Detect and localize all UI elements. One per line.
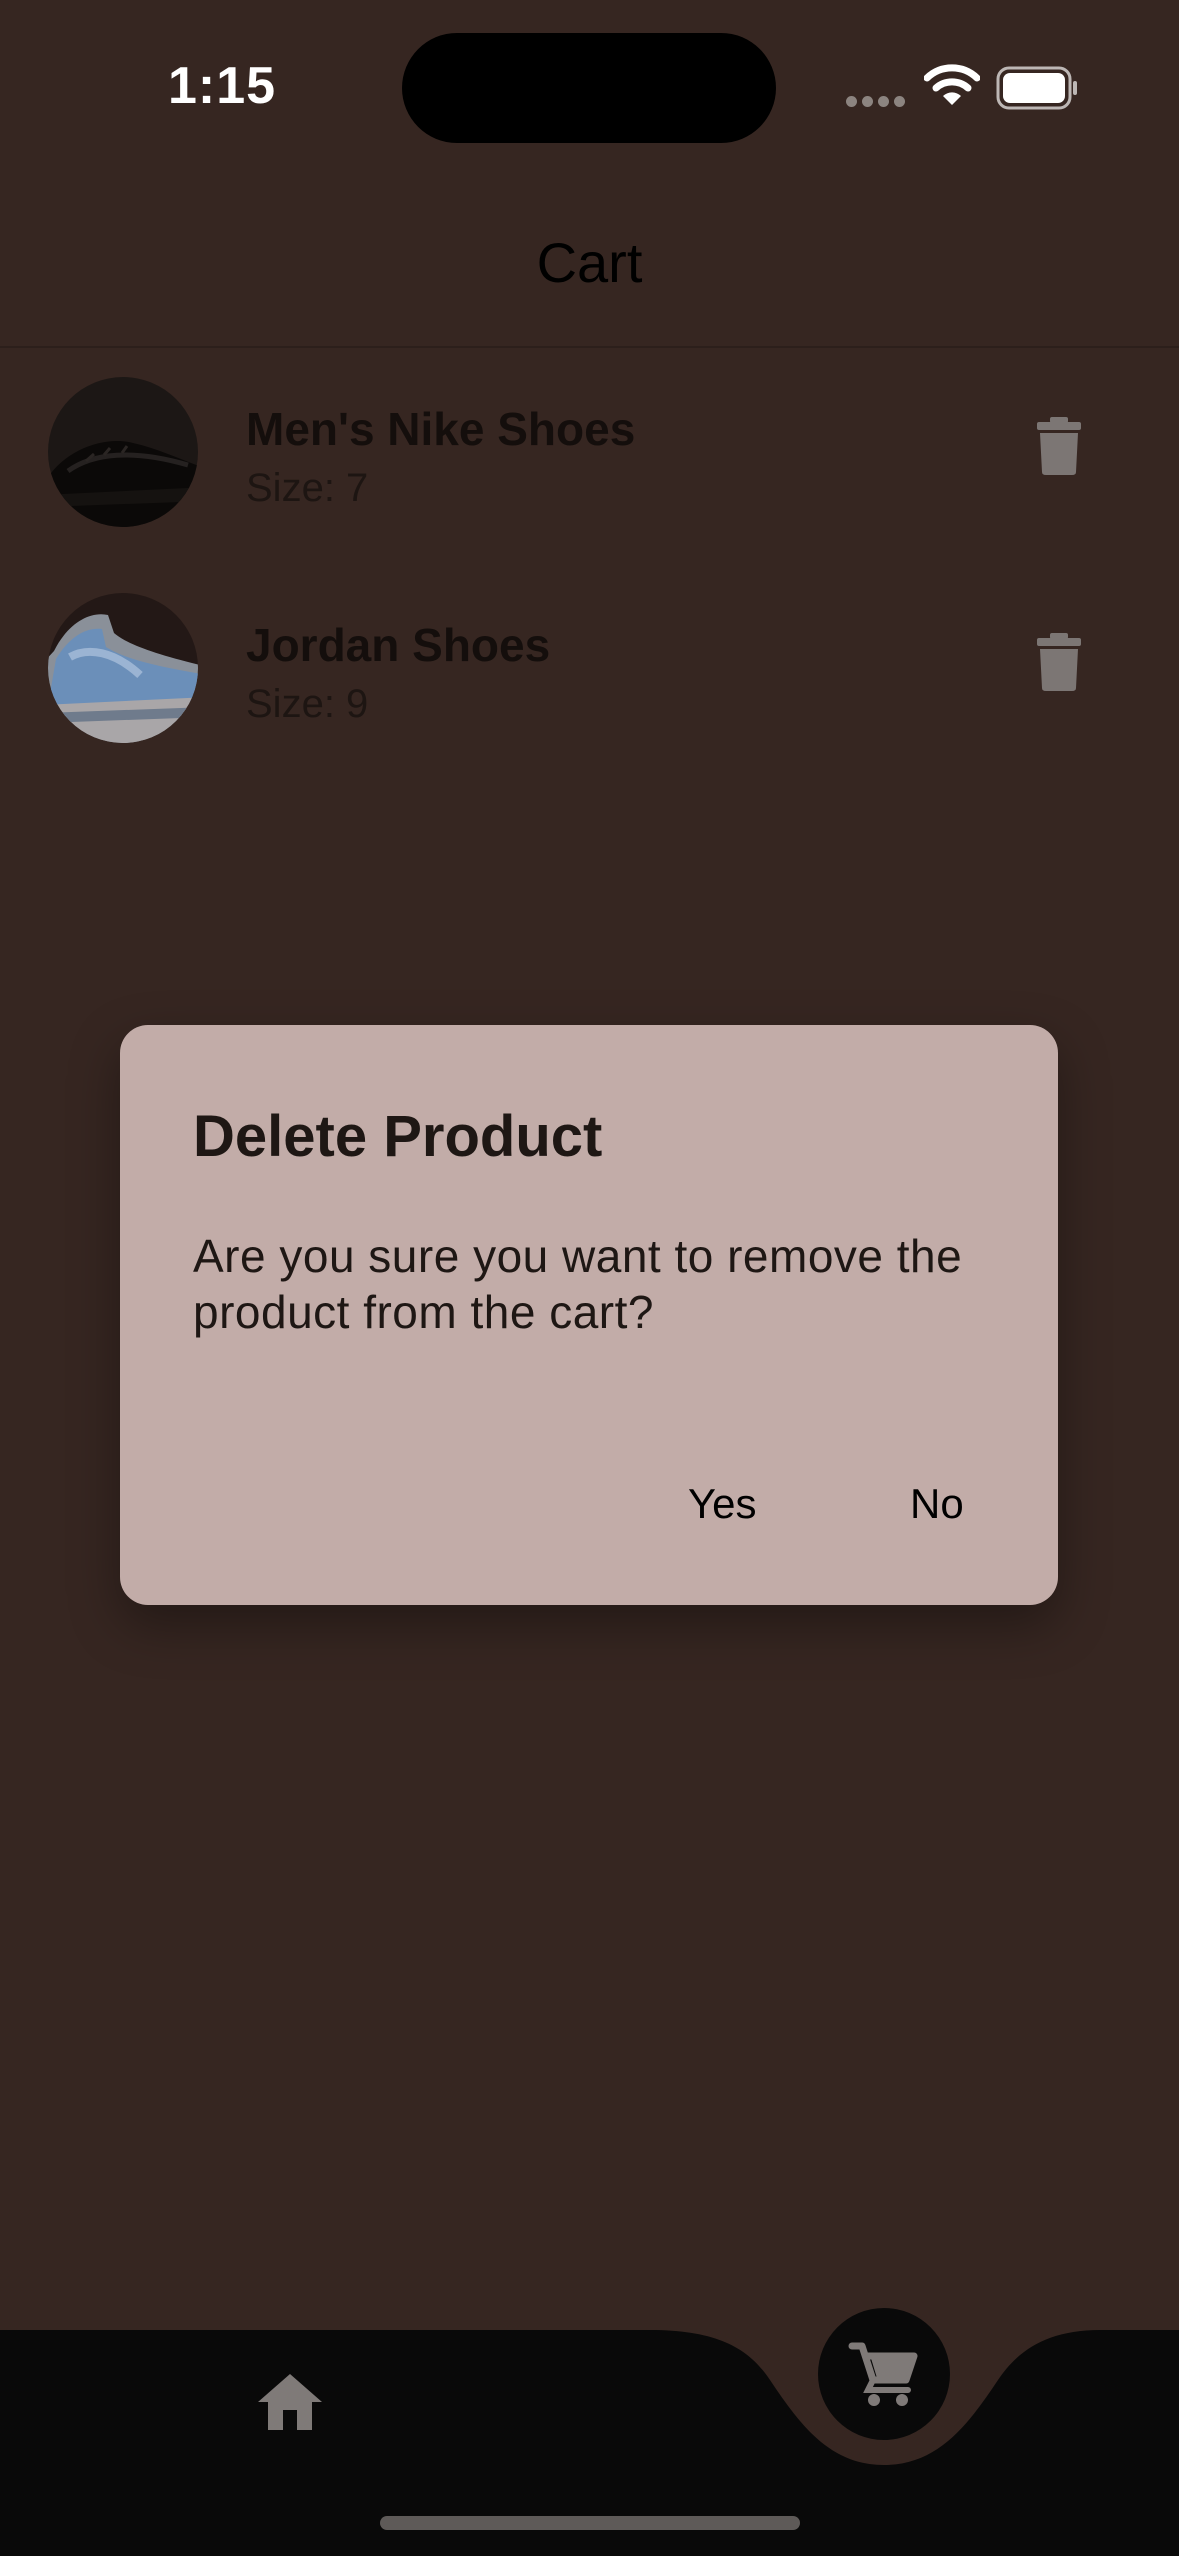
delete-product-dialog: Delete Product Are you sure you want to … [120,1025,1058,1605]
dialog-message: Are you sure you want to remove the prod… [193,1230,963,1338]
product-name: Jordan Shoes [246,619,551,671]
product-size: Size: 7 [246,466,369,510]
dialog-title: Delete Product [193,1104,603,1169]
product-size: Size: 9 [246,682,369,726]
yes-button[interactable]: Yes [688,1480,757,1528]
no-button[interactable]: No [910,1480,964,1528]
shopping-cart-icon [848,2342,918,2406]
cellular-signal-icon [846,94,910,112]
cart-item[interactable]: Men's Nike Shoes Size: 7 [0,372,1179,532]
home-indicator[interactable] [380,2516,800,2530]
page-title: Cart [536,231,643,294]
wifi-icon [924,64,980,105]
battery-icon [996,66,1077,110]
dynamic-island [402,33,776,143]
product-image [48,377,198,527]
status-time: 1:15 [168,57,277,115]
cart-item[interactable]: Jordan Shoes Size: 9 [0,588,1179,748]
trash-icon[interactable] [1034,416,1084,476]
product-image [48,593,198,743]
trash-icon[interactable] [1034,632,1084,692]
app-bar: Cart [0,170,1179,348]
home-icon[interactable] [256,2372,324,2432]
cart-tab-button[interactable] [818,2308,950,2440]
status-bar: 1:15 [0,0,1179,170]
product-name: Men's Nike Shoes [246,403,636,455]
